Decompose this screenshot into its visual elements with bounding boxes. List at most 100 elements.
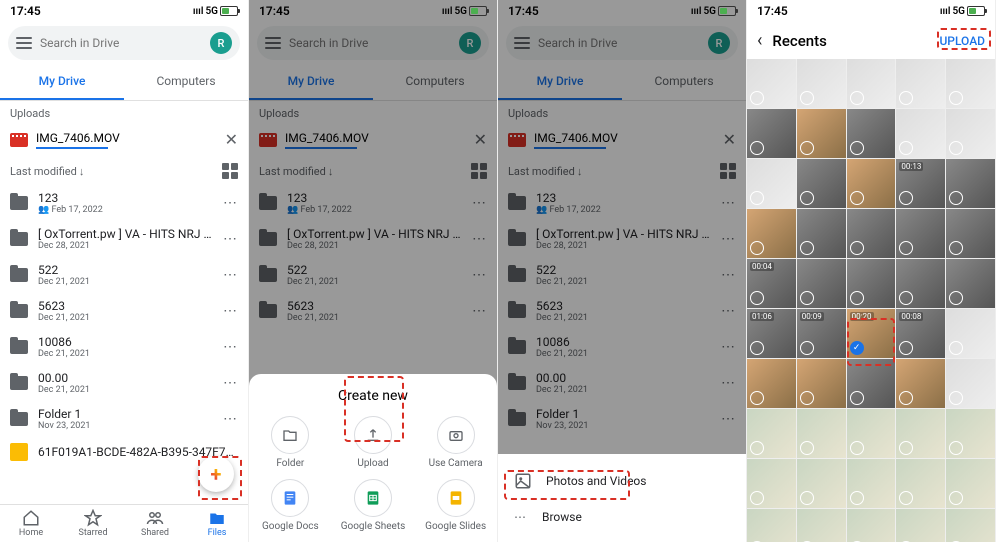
create-folder[interactable]: Folder [249, 416, 332, 469]
create-docs[interactable]: Google Docs [249, 479, 332, 532]
network-label: 5G [205, 6, 218, 17]
menu-browse[interactable]: ⋯Browse [498, 500, 746, 534]
upload-row: IMG_7406.MOV ✕ [0, 122, 248, 157]
sort-button[interactable]: Last modified ↓ [10, 165, 84, 178]
thumb[interactable] [847, 259, 896, 308]
view-toggle-icon[interactable] [222, 163, 238, 179]
more-horizontal-icon: ⋯ [514, 510, 528, 524]
thumb[interactable] [747, 209, 796, 258]
thumb[interactable] [946, 209, 995, 258]
thumb[interactable] [847, 459, 896, 508]
thumb[interactable] [896, 259, 945, 308]
search-bar[interactable]: R [8, 26, 240, 60]
thumb-selected[interactable]: 00:20 [847, 309, 896, 358]
thumb[interactable] [747, 459, 796, 508]
thumb[interactable] [847, 509, 896, 542]
thumb[interactable] [797, 359, 846, 408]
upload-button[interactable]: UPLOAD [939, 34, 985, 48]
create-slides[interactable]: Google Slides [414, 479, 497, 532]
folder-item[interactable]: 00.00Dec 21, 2021⋯ [0, 365, 248, 401]
thumb[interactable] [847, 109, 896, 158]
thumb[interactable] [847, 359, 896, 408]
thumb[interactable] [946, 259, 995, 308]
thumb[interactable] [946, 309, 995, 358]
thumb[interactable] [896, 109, 945, 158]
thumb[interactable] [896, 209, 945, 258]
cancel-upload-button[interactable]: ✕ [225, 130, 238, 149]
thumb[interactable] [797, 59, 846, 108]
more-icon[interactable]: ⋯ [223, 195, 238, 211]
thumb[interactable] [946, 459, 995, 508]
more-icon[interactable]: ⋯ [223, 411, 238, 427]
thumb[interactable] [797, 259, 846, 308]
nav-shared[interactable]: Shared [124, 509, 186, 538]
sort-row: Last modified ↓ [0, 157, 248, 185]
more-icon[interactable]: ⋯ [223, 375, 238, 391]
thumb[interactable] [797, 409, 846, 458]
folder-item[interactable]: 5623Dec 21, 2021⋯ [0, 293, 248, 329]
thumb[interactable] [847, 209, 896, 258]
nav-files[interactable]: Files [186, 509, 248, 538]
thumb[interactable] [747, 509, 796, 542]
folder-item[interactable]: 522Dec 21, 2021⋯ [0, 257, 248, 293]
thumb[interactable] [797, 509, 846, 542]
create-camera[interactable]: Use Camera [414, 416, 497, 469]
nav-home[interactable]: Home [0, 509, 62, 538]
thumb[interactable] [797, 459, 846, 508]
thumb[interactable] [946, 409, 995, 458]
folder-item[interactable]: [ OxTorrent.pw ] VA - HITS NRJ DU MOMENT… [0, 221, 248, 257]
nav-starred[interactable]: Starred [62, 509, 124, 538]
thumb[interactable] [747, 159, 796, 208]
thumb[interactable] [946, 509, 995, 542]
thumb[interactable] [797, 159, 846, 208]
plus-icon: + [211, 462, 222, 486]
thumb[interactable] [797, 109, 846, 158]
thumb[interactable]: 01:06 [747, 309, 796, 358]
thumb[interactable] [946, 59, 995, 108]
thumb[interactable]: 00:09 [797, 309, 846, 358]
thumb[interactable] [747, 359, 796, 408]
star-icon [84, 509, 102, 527]
account-avatar[interactable]: R [210, 32, 232, 54]
folder-item[interactable]: 10086Dec 21, 2021⋯ [0, 329, 248, 365]
thumb[interactable] [946, 159, 995, 208]
menu-photos-videos[interactable]: Photos and Videos [498, 462, 746, 500]
thumb[interactable] [896, 509, 945, 542]
menu-icon[interactable] [16, 37, 32, 49]
tab-mydrive[interactable]: My Drive [0, 64, 124, 100]
thumb[interactable]: 00:13 [896, 159, 945, 208]
thumb[interactable] [747, 109, 796, 158]
folder-item[interactable]: 123👥 Feb 17, 2022⋯ [0, 185, 248, 221]
create-fab[interactable]: + [198, 456, 234, 492]
thumb[interactable] [946, 109, 995, 158]
more-icon[interactable]: ⋯ [223, 231, 238, 247]
thumb[interactable] [896, 359, 945, 408]
create-sheets[interactable]: Google Sheets [332, 479, 415, 532]
thumb[interactable] [847, 409, 896, 458]
signal-icon: ıııl [193, 6, 204, 17]
thumb[interactable] [896, 59, 945, 108]
thumb[interactable] [896, 409, 945, 458]
folder-icon [10, 268, 28, 282]
tab-computers[interactable]: Computers [124, 64, 248, 100]
more-icon[interactable]: ⋯ [223, 267, 238, 283]
sheet-title: Create new [249, 388, 497, 404]
photo-grid: 00:13 00:04 01:06 00:09 00:20 00:08 [747, 59, 995, 542]
thumb[interactable] [847, 159, 896, 208]
search-input[interactable] [40, 36, 202, 50]
thumb[interactable] [747, 409, 796, 458]
status-bar: 17:45ıııl5G [498, 0, 746, 22]
folder-item[interactable]: Folder 1Nov 23, 2021⋯ [0, 401, 248, 437]
thumb[interactable] [946, 359, 995, 408]
thumb[interactable] [847, 59, 896, 108]
battery-icon [220, 6, 238, 16]
thumb[interactable] [797, 209, 846, 258]
create-upload[interactable]: Upload [332, 416, 415, 469]
thumb[interactable] [747, 59, 796, 108]
thumb[interactable]: 00:04 [747, 259, 796, 308]
thumb[interactable] [896, 459, 945, 508]
more-icon[interactable]: ⋯ [223, 303, 238, 319]
thumb[interactable]: 00:08 [896, 309, 945, 358]
more-icon[interactable]: ⋯ [223, 339, 238, 355]
back-button[interactable]: ‹ [757, 30, 762, 51]
